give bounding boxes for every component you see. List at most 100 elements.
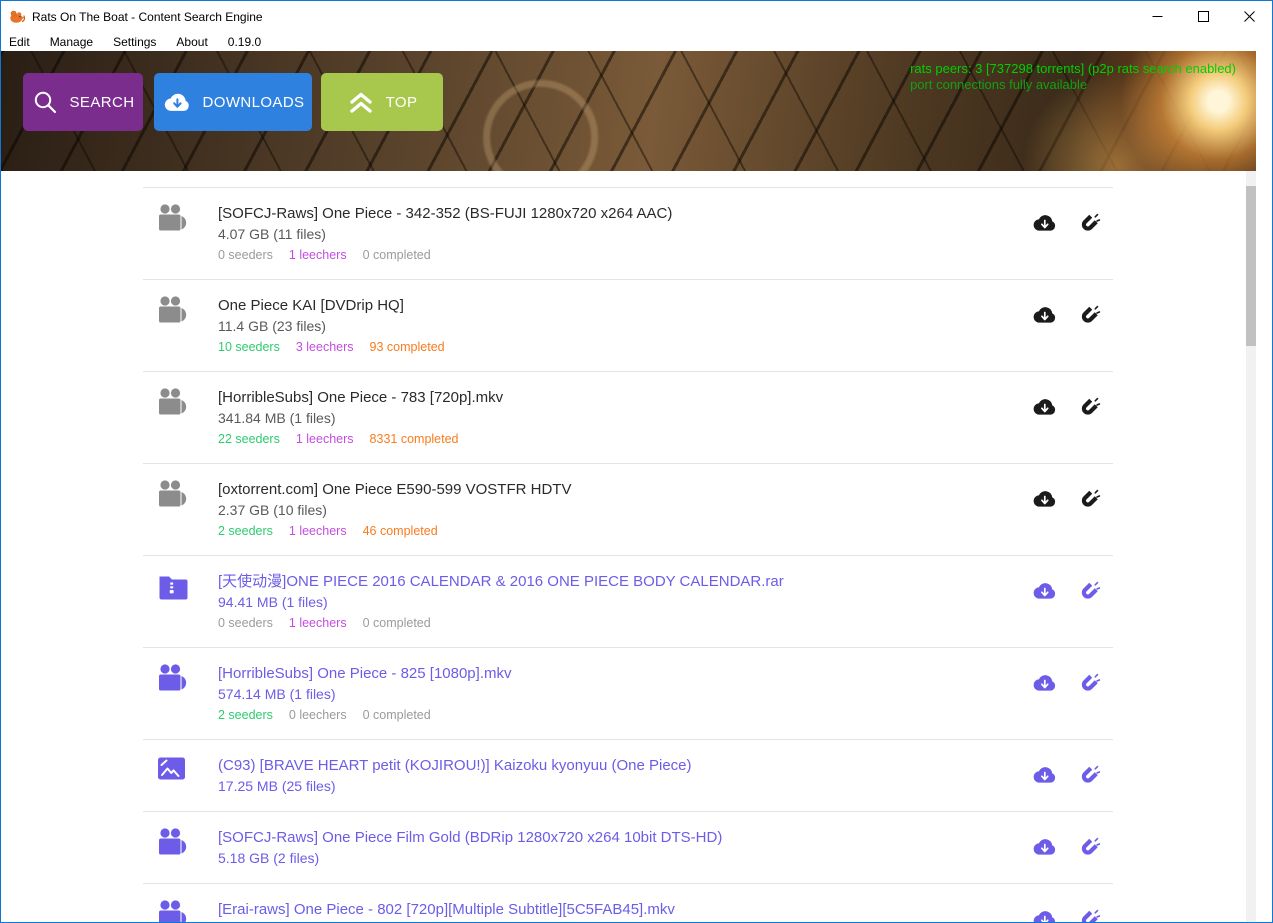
torrent-stats: 2 seeders 0 leechers 0 completed	[218, 706, 993, 725]
seeders-count: 0 seeders	[218, 616, 273, 630]
download-torrent-button[interactable]	[1031, 212, 1058, 237]
content-area: [SOFCJ-Raws] One Piece - 342-352 (BS-FUJ…	[1, 171, 1272, 923]
video-file-icon	[143, 827, 218, 869]
magnet-icon	[1076, 908, 1101, 923]
magnet-link-button[interactable]	[1076, 212, 1101, 237]
menu-item-0-19-0[interactable]: 0.19.0	[218, 35, 271, 49]
magnet-link-button[interactable]	[1076, 908, 1101, 923]
download-torrent-button[interactable]	[1031, 672, 1058, 697]
results-list: [SOFCJ-Raws] One Piece - 342-352 (BS-FUJ…	[143, 171, 1113, 923]
result-details: [HorribleSubs] One Piece - 783 [720p].mk…	[218, 387, 1113, 449]
torrent-result-row: [HorribleSubs] One Piece - 825 [1080p].m…	[143, 647, 1113, 739]
magnet-icon	[1076, 580, 1101, 605]
download-torrent-button[interactable]	[1031, 908, 1058, 923]
magnet-link-button[interactable]	[1076, 396, 1101, 421]
torrent-size: 94.41 MB (1 files)	[218, 592, 993, 613]
scrollbar-track[interactable]	[1246, 171, 1256, 922]
menu-item-about[interactable]: About	[166, 35, 217, 49]
window-title: Rats On The Boat - Content Search Engine	[32, 10, 263, 24]
magnet-icon	[1076, 488, 1101, 513]
magnet-link-button[interactable]	[1076, 580, 1101, 605]
nav-button-downloads[interactable]: DOWNLOADS	[154, 73, 312, 131]
torrent-title[interactable]: (C93) [BRAVE HEART petit (KOJIROU!)] Kai…	[218, 755, 993, 776]
row-actions	[1031, 764, 1101, 789]
menu-item-edit[interactable]: Edit	[1, 35, 40, 49]
leechers-count: 0 leechers	[289, 708, 347, 722]
minimize-button[interactable]	[1134, 1, 1180, 32]
cloud-download-icon	[1031, 764, 1058, 789]
download-torrent-button[interactable]	[1031, 580, 1058, 605]
maximize-button[interactable]	[1180, 1, 1226, 32]
video-file-icon	[143, 663, 218, 725]
completed-count: 46 completed	[363, 524, 438, 538]
menu-item-manage[interactable]: Manage	[40, 35, 103, 49]
torrent-title[interactable]: [SOFCJ-Raws] One Piece - 342-352 (BS-FUJ…	[218, 203, 993, 224]
magnet-icon	[1076, 836, 1101, 861]
double-chevron-up-icon	[347, 90, 375, 115]
row-actions	[1031, 836, 1101, 861]
torrent-title[interactable]: [HorribleSubs] One Piece - 825 [1080p].m…	[218, 663, 993, 684]
result-details: [天使动漫]ONE PIECE 2016 CALENDAR & 2016 ONE…	[218, 571, 1113, 633]
download-torrent-button[interactable]	[1031, 764, 1058, 789]
row-actions	[1031, 908, 1101, 923]
magnet-link-button[interactable]	[1076, 488, 1101, 513]
torrent-result-row: [SOFCJ-Raws] One Piece Film Gold (BDRip …	[143, 811, 1113, 883]
cloud-download-icon	[1031, 396, 1058, 421]
video-file-icon	[143, 479, 218, 541]
leechers-count: 3 leechers	[296, 340, 354, 354]
app-window: Rats On The Boat - Content Search Engine…	[0, 0, 1273, 923]
magnet-link-button[interactable]	[1076, 764, 1101, 789]
torrent-stats: 0 seeders1 leechers0 completed	[218, 614, 993, 633]
cloud-download-icon	[1031, 304, 1058, 329]
download-torrent-button[interactable]	[1031, 396, 1058, 421]
torrent-size: 4.07 GB (11 files)	[218, 224, 993, 245]
titlebar: Rats On The Boat - Content Search Engine	[1, 1, 1272, 32]
torrent-title[interactable]: [SOFCJ-Raws] One Piece Film Gold (BDRip …	[218, 827, 993, 848]
download-torrent-button[interactable]	[1031, 488, 1058, 513]
torrent-title[interactable]: [oxtorrent.com] One Piece E590-599 VOSTF…	[218, 479, 993, 500]
torrent-title[interactable]: [Erai-raws] One Piece - 802 [720p][Multi…	[218, 899, 993, 920]
magnet-icon	[1076, 212, 1101, 237]
leechers-count: 1 leechers	[289, 524, 347, 538]
seeders-count: 10 seeders	[218, 340, 280, 354]
close-button[interactable]	[1226, 1, 1272, 32]
torrent-size: 5.18 GB (2 files)	[218, 848, 993, 869]
completed-count: 8331 completed	[370, 432, 459, 446]
cloud-download-icon	[1031, 908, 1058, 923]
magnet-link-button[interactable]	[1076, 672, 1101, 697]
menu-item-settings[interactable]: Settings	[103, 35, 166, 49]
magnet-link-button[interactable]	[1076, 836, 1101, 861]
seeders-count: 2 seeders	[218, 524, 273, 538]
download-torrent-button[interactable]	[1031, 836, 1058, 861]
video-file-icon	[143, 295, 218, 357]
download-torrent-button[interactable]	[1031, 304, 1058, 329]
peer-status-line: rats peers: 3 [737298 torrents] (p2p rat…	[910, 61, 1236, 77]
completed-count: 0 completed	[363, 616, 431, 630]
nav-button-top[interactable]: TOP	[321, 73, 443, 131]
result-details: (C93) [BRAVE HEART petit (KOJIROU!)] Kai…	[218, 755, 1113, 797]
seeders-count: 2 seeders	[218, 708, 273, 722]
result-details: [oxtorrent.com] One Piece E590-599 VOSTF…	[218, 479, 1113, 541]
cloud-download-icon	[1031, 212, 1058, 237]
magnet-link-button[interactable]	[1076, 304, 1101, 329]
result-details: [SOFCJ-Raws] One Piece - 342-352 (BS-FUJ…	[218, 203, 1113, 265]
nav-button-search[interactable]: SEARCH	[23, 73, 143, 131]
row-actions	[1031, 396, 1101, 421]
torrent-stats: 22 seeders1 leechers8331 completed	[218, 430, 993, 449]
torrent-title[interactable]: [HorribleSubs] One Piece - 783 [720p].mk…	[218, 387, 993, 408]
torrent-size: 17.25 MB (25 files)	[218, 776, 993, 797]
torrent-title[interactable]: One Piece KAI [DVDrip HQ]	[218, 295, 993, 316]
leechers-count: 1 leechers	[296, 432, 354, 446]
app-rat-icon	[9, 9, 26, 25]
cloud-download-icon	[1031, 672, 1058, 697]
video-file-icon	[143, 203, 218, 265]
scrollbar-thumb[interactable]	[1246, 186, 1256, 346]
window-controls	[1134, 1, 1272, 32]
cloud-download-icon	[162, 91, 192, 114]
torrent-title[interactable]: [天使动漫]ONE PIECE 2016 CALENDAR & 2016 ONE…	[218, 571, 993, 592]
row-actions	[1031, 488, 1101, 513]
close-icon	[1244, 11, 1255, 22]
seeders-count: 0 seeders	[218, 248, 273, 262]
torrent-result-row: [Erai-raws] One Piece - 802 [720p][Multi…	[143, 883, 1113, 923]
completed-count: 0 completed	[363, 708, 431, 722]
